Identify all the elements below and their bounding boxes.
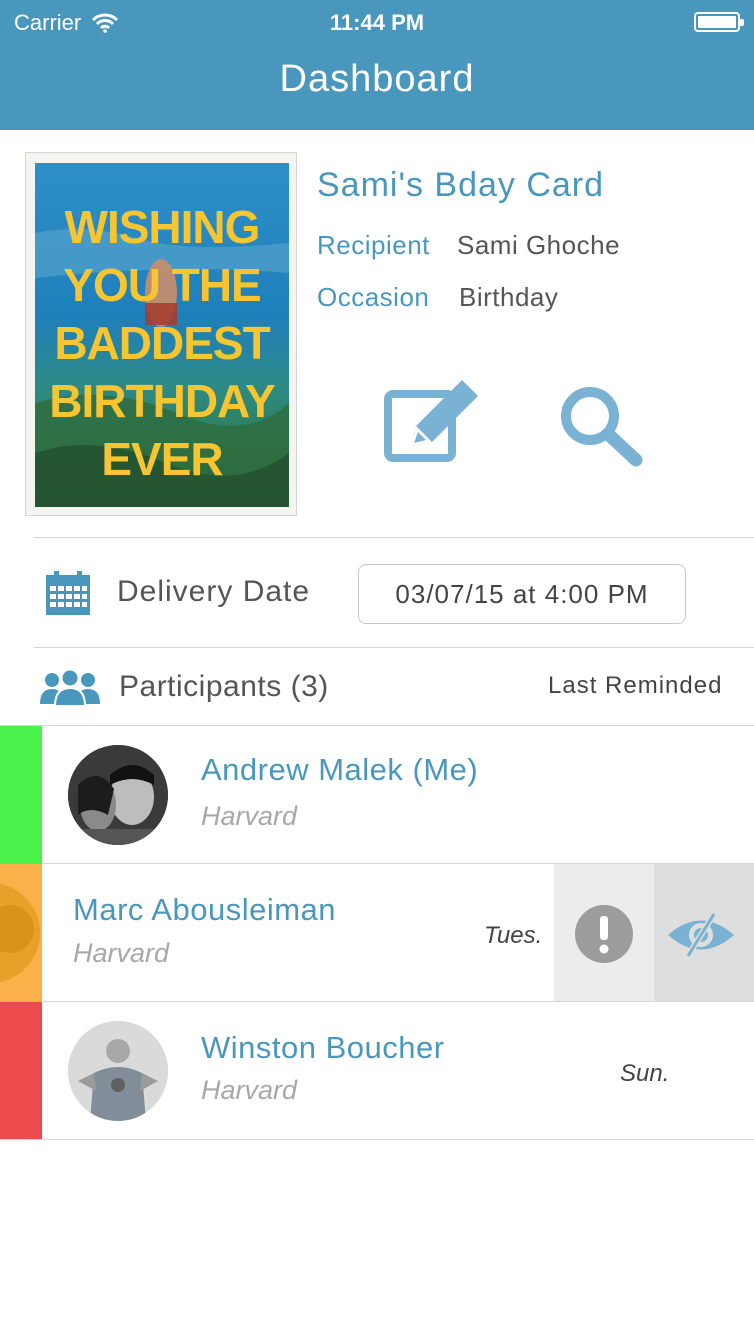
occasion-value: Birthday [459, 282, 559, 312]
edit-card-button[interactable] [382, 376, 482, 469]
status-indicator [0, 1002, 42, 1140]
navigation-bar: Carrier 11:44 PM Dashboard [0, 0, 754, 130]
participant-row[interactable]: Marc Abousleiman Harvard Tues. [0, 864, 754, 1002]
participant-school: Harvard [201, 1075, 298, 1105]
participant-name: Marc Abousleiman [73, 892, 337, 927]
last-reminded-value: Tues. [484, 922, 543, 949]
status-bar: Carrier 11:44 PM [0, 0, 754, 44]
svg-text:YOU THE: YOU THE [63, 259, 260, 311]
status-time: 11:44 PM [329, 10, 425, 35]
participant-school: Harvard [73, 938, 170, 968]
preview-card-button[interactable] [556, 384, 646, 473]
avatar [68, 1021, 168, 1121]
recipient-label: Recipient [317, 230, 430, 260]
svg-text:BADDEST: BADDEST [54, 317, 270, 369]
delivery-date-field[interactable]: 03/07/15 at 4:00 PM [358, 564, 686, 624]
battery-icon [694, 12, 744, 32]
occasion-label: Occasion [317, 282, 430, 312]
divider [34, 537, 754, 538]
last-reminded-header: Last Reminded [548, 672, 723, 699]
calendar-icon [46, 571, 90, 615]
divider [0, 1139, 754, 1140]
svg-text:BIRTHDAY: BIRTHDAY [49, 375, 275, 427]
edit-icon [384, 380, 478, 462]
group-icon [40, 668, 100, 707]
delivery-date-label: Delivery Date [117, 575, 311, 608]
participant-school: Harvard [201, 801, 298, 831]
page-title: Dashboard [279, 58, 475, 100]
divider [34, 647, 754, 648]
card-preview-image[interactable]: WISHING YOU THE BADDEST BIRTHDAY EVER [25, 152, 297, 516]
svg-text:EVER: EVER [101, 433, 223, 485]
participant-name: Winston Boucher [201, 1030, 445, 1065]
participant-row[interactable]: Andrew Malek (Me) Harvard [0, 726, 754, 864]
recipient-value: Sami Ghoche [457, 230, 621, 260]
view-button[interactable] [654, 864, 754, 1002]
participant-name: Andrew Malek (Me) [201, 752, 479, 787]
participants-label: Participants (3) [119, 670, 329, 703]
status-indicator [0, 726, 42, 864]
eye-icon [668, 912, 734, 958]
svg-text:WISHING: WISHING [65, 201, 260, 253]
participant-row[interactable]: Winston Boucher Harvard Sun. [0, 1002, 754, 1140]
remind-button[interactable] [554, 864, 654, 1002]
alert-icon [575, 905, 633, 963]
avatar [68, 745, 168, 845]
card-title: Sami's Bday Card [317, 166, 605, 204]
last-reminded-value: Sun. [620, 1060, 670, 1087]
card-artwork: WISHING YOU THE BADDEST BIRTHDAY EVER [26, 153, 296, 515]
search-icon [561, 387, 643, 467]
